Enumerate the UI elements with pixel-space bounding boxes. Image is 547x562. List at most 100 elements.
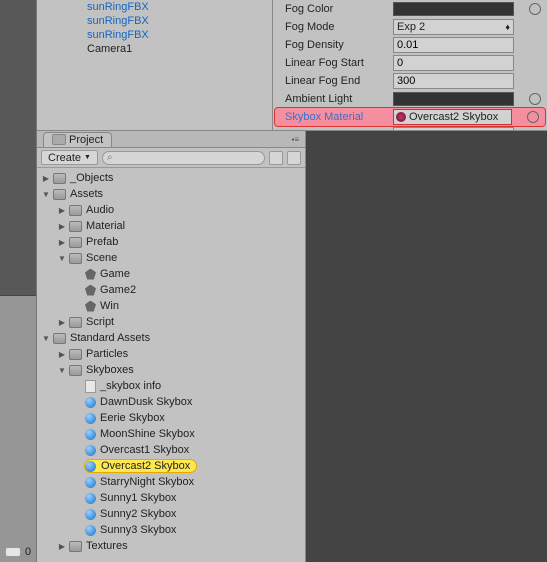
chevron-right-icon[interactable]: ▶ bbox=[57, 222, 67, 231]
project-tab-bar: Project ▪≡ bbox=[37, 131, 305, 148]
tree-row[interactable]: ▼ Skyboxes bbox=[37, 362, 305, 378]
tree-row[interactable]: Eerie Skybox bbox=[37, 410, 305, 426]
hierarchy-panel[interactable]: sunRingFBXsunRingFBXsunRingFBXCamera1 bbox=[37, 0, 273, 130]
tree-row[interactable]: ▶Textures bbox=[37, 538, 305, 554]
chevron-right-icon[interactable]: ▶ bbox=[57, 318, 67, 327]
tree-row[interactable]: Win bbox=[37, 298, 305, 314]
chevron-down-icon[interactable]: ▼ bbox=[41, 334, 51, 343]
tree-row[interactable]: Overcast2 Skybox bbox=[37, 458, 305, 474]
chevron-right-icon[interactable]: ▶ bbox=[57, 350, 67, 359]
inspector-text-field[interactable] bbox=[393, 73, 514, 89]
search-icon: ⌕ bbox=[107, 152, 113, 163]
search-input[interactable]: ⌕ bbox=[102, 151, 265, 165]
hierarchy-item[interactable]: sunRingFBX bbox=[37, 28, 272, 42]
chevron-down-icon[interactable]: ▼ bbox=[57, 366, 67, 375]
spacer bbox=[73, 382, 83, 391]
object-picker-icon[interactable] bbox=[529, 3, 541, 15]
project-tab[interactable]: Project bbox=[43, 132, 112, 147]
selected-item[interactable]: Overcast2 Skybox bbox=[84, 459, 197, 473]
file-icon bbox=[85, 380, 96, 393]
folder-icon bbox=[69, 205, 82, 216]
folder-icon bbox=[69, 317, 82, 328]
object-field-label: Overcast2 Skybox bbox=[409, 111, 498, 123]
sphere-icon bbox=[85, 493, 96, 504]
inspector-row: Fog Density bbox=[273, 36, 547, 54]
tree-row[interactable]: Sunny3 Skybox bbox=[37, 522, 305, 538]
tree-row[interactable]: Overcast1 Skybox bbox=[37, 442, 305, 458]
tree-row[interactable]: ▼Standard Assets bbox=[37, 330, 305, 346]
chevron-right-icon[interactable]: ▶ bbox=[57, 542, 67, 551]
filter-button-1[interactable] bbox=[269, 151, 283, 165]
project-preview bbox=[306, 131, 547, 562]
stats-indicator-icon bbox=[5, 547, 21, 557]
tree-row[interactable]: ▼ Scene bbox=[37, 250, 305, 266]
tree-row[interactable]: Game2 bbox=[37, 282, 305, 298]
inspector-text-field[interactable] bbox=[393, 37, 514, 53]
color-swatch[interactable] bbox=[393, 2, 514, 16]
spacer bbox=[73, 462, 83, 471]
inspector-label: Fog Color bbox=[285, 3, 393, 15]
tree-item-label: DawnDusk Skybox bbox=[98, 396, 192, 408]
inspector-label: Fog Mode bbox=[285, 21, 393, 33]
hierarchy-item[interactable]: Camera1 bbox=[37, 42, 272, 56]
chevron-down-icon[interactable]: ▼ bbox=[41, 190, 51, 199]
tree-row[interactable]: ▶Script bbox=[37, 314, 305, 330]
inspector-text-field[interactable] bbox=[393, 55, 514, 71]
inspector-panel[interactable]: Fog ColorFog ModeExp 2♦Fog DensityLinear… bbox=[273, 0, 547, 130]
tree-row[interactable]: ▶Particles bbox=[37, 346, 305, 362]
sphere-icon bbox=[85, 525, 96, 536]
tree-item-label: Skyboxes bbox=[84, 364, 134, 376]
tree-row[interactable]: MoonShine Skybox bbox=[37, 426, 305, 442]
tree-item-label: Assets bbox=[68, 188, 103, 200]
project-tab-label: Project bbox=[69, 134, 103, 146]
object-picker-icon[interactable] bbox=[529, 93, 541, 105]
tree-item-label: MoonShine Skybox bbox=[98, 428, 195, 440]
folder-icon bbox=[69, 253, 82, 264]
tree-row[interactable]: _skybox info bbox=[37, 378, 305, 394]
tree-row[interactable]: ▶Prefab bbox=[37, 234, 305, 250]
tab-menu-icon[interactable]: ▪≡ bbox=[291, 135, 299, 144]
unity-icon bbox=[85, 285, 96, 296]
filter-button-2[interactable] bbox=[287, 151, 301, 165]
tree-row[interactable]: Game bbox=[37, 266, 305, 282]
tree-row[interactable]: Sunny2 Skybox bbox=[37, 506, 305, 522]
tree-item-label: Audio bbox=[84, 204, 114, 216]
tree-item-label: Game bbox=[98, 268, 130, 280]
chevron-down-icon[interactable]: ▼ bbox=[57, 254, 67, 263]
unity-icon bbox=[85, 301, 96, 312]
tree-item-label: Eerie Skybox bbox=[98, 412, 165, 424]
inspector-label: Ambient Light bbox=[285, 93, 393, 105]
chevron-right-icon[interactable]: ▶ bbox=[57, 238, 67, 247]
tree-item-label: Scene bbox=[84, 252, 117, 264]
hierarchy-item[interactable]: sunRingFBX bbox=[37, 14, 272, 28]
sphere-icon bbox=[85, 445, 96, 456]
sphere-icon bbox=[85, 397, 96, 408]
hierarchy-item[interactable]: sunRingFBX bbox=[37, 0, 272, 14]
tree-row[interactable]: StarryNight Skybox bbox=[37, 474, 305, 490]
tree-row[interactable]: ▼ Assets bbox=[37, 186, 305, 202]
project-panel[interactable]: Project ▪≡ Create ▼ ⌕ ▶_Objects▼Assets▶A… bbox=[37, 130, 547, 562]
spacer bbox=[73, 446, 83, 455]
chevron-right-icon[interactable]: ▶ bbox=[41, 174, 51, 183]
tree-item-label: Overcast1 Skybox bbox=[98, 444, 189, 456]
folder-icon bbox=[53, 333, 66, 344]
inspector-row: Fog Color bbox=[273, 0, 547, 18]
inspector-dropdown[interactable]: Exp 2♦ bbox=[393, 19, 514, 35]
object-field[interactable]: Overcast2 Skybox bbox=[393, 109, 512, 125]
spacer bbox=[73, 478, 83, 487]
spacer bbox=[73, 302, 83, 311]
object-picker-icon[interactable] bbox=[527, 111, 539, 123]
tree-row[interactable]: Sunny1 Skybox bbox=[37, 490, 305, 506]
inspector-row: Ambient Light bbox=[273, 90, 547, 108]
folder-icon bbox=[69, 541, 82, 552]
project-tree[interactable]: ▶_Objects▼Assets▶Audio▶Material▶Prefab▼S… bbox=[37, 168, 305, 556]
tree-item-label: _Objects bbox=[68, 172, 113, 184]
color-swatch[interactable] bbox=[393, 92, 514, 106]
tree-row[interactable]: ▶Material bbox=[37, 218, 305, 234]
create-button[interactable]: Create ▼ bbox=[41, 150, 98, 165]
folder-icon bbox=[69, 237, 82, 248]
chevron-right-icon[interactable]: ▶ bbox=[57, 206, 67, 215]
tree-row[interactable]: ▶ Audio bbox=[37, 202, 305, 218]
tree-row[interactable]: DawnDusk Skybox bbox=[37, 394, 305, 410]
tree-row[interactable]: ▶ _Objects bbox=[37, 170, 305, 186]
